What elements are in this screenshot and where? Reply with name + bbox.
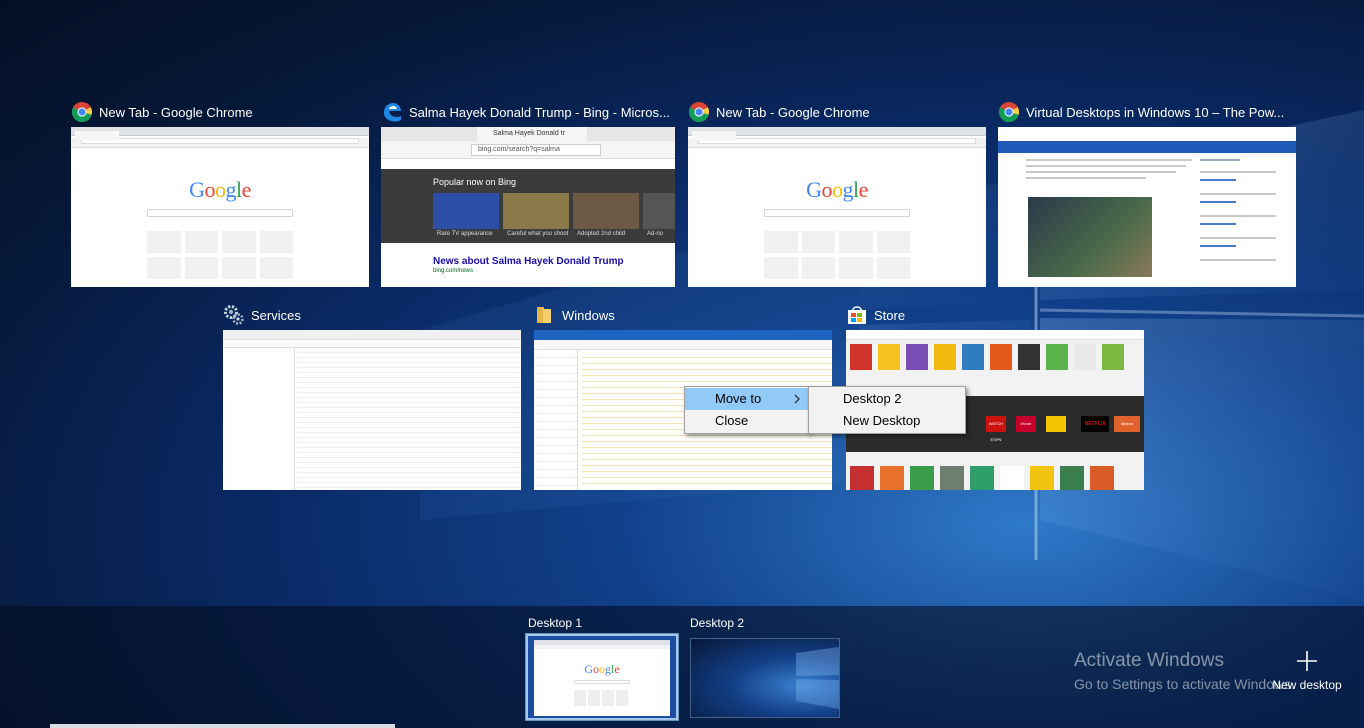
browser-tab-strip (688, 127, 986, 140)
menu-item-label: Move to (715, 391, 762, 406)
desktop-2[interactable]: Desktop 2 (690, 616, 840, 720)
store-tile: NETFLIX (1081, 416, 1109, 432)
google-logo: Google (806, 177, 868, 202)
window-title-bar: Windows (534, 303, 615, 327)
store-tile: dbaron (1114, 416, 1140, 432)
browser-tab: Salma Hayek Donald tr (477, 127, 587, 141)
window-thumbnail[interactable]: Salma Hayek Donald tr bing.com/search?q=… (381, 127, 675, 287)
carousel-caption: Ad-no (647, 231, 664, 237)
window-chrome-newtab-2[interactable]: New Tab - Google Chrome Google (688, 100, 986, 287)
window-title-bar: Virtual Desktops in Windows 10 – The Pow… (998, 100, 1284, 124)
watermark-line-2: Go to Settings to activate Windows. (1074, 676, 1295, 692)
desktop-label: Desktop 1 (528, 616, 583, 630)
submenu-item-new-desktop[interactable]: New Desktop (809, 410, 965, 432)
carousel-title: Popular now on Bing (433, 177, 517, 187)
plus-icon (1297, 651, 1317, 671)
wallpaper-preview (796, 647, 839, 709)
context-menu: Move to Close (684, 386, 810, 434)
google-logo: Google (189, 177, 251, 202)
carousel-image (643, 193, 675, 229)
google-logo: Google (584, 662, 620, 676)
browser-address: bing.com/search?q=salma (471, 144, 601, 156)
google-search-box (147, 209, 293, 217)
desktop-thumbnail[interactable]: Google (525, 633, 679, 721)
most-visited-tiles (147, 231, 293, 279)
desktop-thumbnail[interactable] (690, 638, 840, 718)
carousel-caption: Adopted 2nd child (577, 231, 626, 237)
window-title: Windows (562, 307, 615, 323)
news-heading: News about Salma Hayek Donald Trump (433, 256, 624, 267)
store-icon (848, 306, 866, 324)
folder-icon (537, 307, 551, 323)
window-title: Salma Hayek Donald Trump - Bing - Micros… (409, 104, 670, 120)
window-title-bar: Salma Hayek Donald Trump - Bing - Micros… (381, 100, 670, 124)
bing-popular-carousel: Popular now on Bing Rare TV appearance C… (381, 169, 675, 243)
carousel-caption: Careful what you shoot (507, 231, 569, 237)
browser-tab-strip: Salma Hayek Donald tr (381, 127, 675, 141)
carousel-image (503, 193, 569, 229)
most-visited-tiles (764, 231, 910, 279)
context-submenu: Desktop 2 New Desktop (808, 386, 966, 434)
chrome-icon (998, 102, 1020, 122)
desktop-1[interactable]: Desktop 1 Google (525, 616, 680, 721)
carousel-image (433, 193, 499, 229)
window-title: Store (874, 307, 906, 323)
window-services[interactable]: Services (223, 303, 521, 490)
chrome-icon (71, 102, 93, 122)
window-title: Services (251, 307, 301, 323)
edge-icon (384, 103, 401, 122)
chrome-icon (688, 102, 710, 122)
window-thumbnail[interactable]: Google (688, 127, 986, 287)
window-title: New Tab - Google Chrome (716, 104, 870, 120)
browser-nav-bar: bing.com/search?q=salma (381, 141, 675, 159)
watermark-line-1: Activate Windows (1074, 650, 1224, 671)
window-chrome-virtual-desktops[interactable]: Virtual Desktops in Windows 10 – The Pow… (998, 100, 1296, 287)
new-desktop-label: New desktop (1272, 678, 1342, 692)
window-edge-bing[interactable]: Salma Hayek Donald Trump - Bing - Micros… (381, 100, 675, 287)
submenu-item-desktop-2[interactable]: Desktop 2 (809, 388, 965, 410)
google-search-box (764, 209, 910, 217)
window-title-bar: Store (846, 303, 905, 327)
window-chrome-newtab-1[interactable]: New Tab - Google Chrome Google (71, 100, 369, 287)
news-source: bing.com/news (433, 268, 474, 274)
window-title-bar: New Tab - Google Chrome (71, 100, 253, 124)
carousel-image (573, 193, 639, 229)
store-tile: iHeart (1016, 416, 1036, 432)
menu-item-close[interactable]: Close (685, 410, 809, 432)
carousel-caption: Rare TV appearance (437, 231, 493, 237)
window-thumbnail[interactable] (998, 127, 1296, 287)
site-header (998, 127, 1296, 153)
chevron-right-icon (794, 394, 800, 404)
browser-tab-strip (71, 127, 369, 140)
window-title-bar: New Tab - Google Chrome (688, 100, 870, 124)
store-tile (1046, 416, 1066, 432)
taskbar-edge (50, 724, 395, 728)
menu-item-move-to[interactable]: Move to (685, 388, 809, 410)
window-thumbnail[interactable]: Google (71, 127, 369, 287)
article-image (1028, 197, 1152, 277)
activation-watermark: Activate Windows Go to Settings to activ… (1074, 650, 1295, 692)
window-title: Virtual Desktops in Windows 10 – The Pow… (1026, 104, 1285, 120)
window-thumbnail[interactable] (223, 330, 521, 490)
window-title-bar: Services (223, 303, 301, 327)
menu-item-label: Desktop 2 (843, 391, 902, 406)
store-tile: WATCH ESPN (986, 416, 1006, 442)
gears-icon (224, 305, 244, 325)
new-desktop-button[interactable]: New desktop (1268, 650, 1346, 700)
menu-item-label: Close (715, 413, 749, 428)
menu-item-label: New Desktop (843, 413, 921, 428)
window-title: New Tab - Google Chrome (99, 104, 253, 120)
desktop-label: Desktop 2 (690, 616, 745, 630)
